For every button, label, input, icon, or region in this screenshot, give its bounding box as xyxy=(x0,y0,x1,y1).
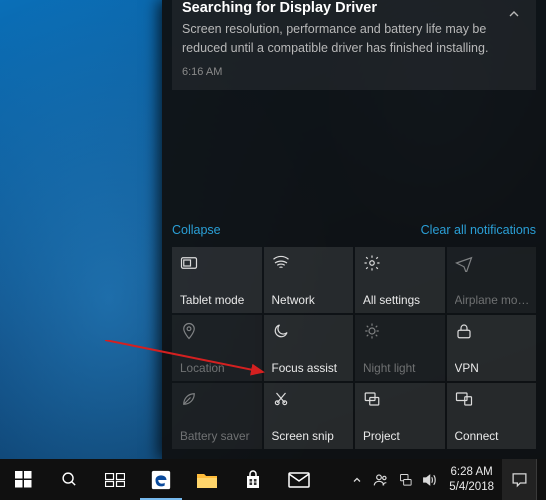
task-view-icon xyxy=(105,473,125,487)
mail-icon xyxy=(288,472,310,488)
taskbar: 6:28 AM 5/4/2018 xyxy=(0,459,546,500)
clear-all-link[interactable]: Clear all notifications xyxy=(421,223,536,237)
notification-icon xyxy=(511,471,528,488)
taskbar-right: 6:28 AM 5/4/2018 xyxy=(345,459,546,500)
search-icon xyxy=(61,471,78,488)
notification-body: Screen resolution, performance and batte… xyxy=(182,20,526,58)
quick-action-tablet[interactable]: Tablet mode xyxy=(172,247,262,313)
notification-time: 6:16 AM xyxy=(182,66,526,78)
volume-icon xyxy=(421,472,437,488)
gear-icon xyxy=(363,254,381,272)
people-icon xyxy=(373,472,389,488)
connect-icon xyxy=(455,390,473,408)
quick-action-gear[interactable]: All settings xyxy=(355,247,445,313)
clock-date: 5/4/2018 xyxy=(449,480,494,494)
location-icon xyxy=(180,322,198,340)
windows-logo-icon xyxy=(15,471,32,488)
folder-icon xyxy=(196,471,218,489)
tile-label: All settings xyxy=(363,293,439,307)
action-center-panel: Searching for Display Driver Screen reso… xyxy=(162,0,546,459)
snip-icon xyxy=(272,390,290,408)
task-view-button[interactable] xyxy=(92,459,138,500)
notification-card[interactable]: Searching for Display Driver Screen reso… xyxy=(172,0,536,90)
project-icon xyxy=(363,390,381,408)
airplane-icon xyxy=(455,254,473,272)
sun-icon xyxy=(363,322,381,340)
tray-overflow-button[interactable] xyxy=(345,459,369,500)
explorer-app-button[interactable] xyxy=(184,459,230,500)
collapse-link[interactable]: Collapse xyxy=(172,223,221,237)
quick-action-snip[interactable]: Screen snip xyxy=(264,383,354,449)
vpn-icon xyxy=(455,322,473,340)
edge-app-button[interactable] xyxy=(138,459,184,500)
tray-network-button[interactable] xyxy=(393,459,417,500)
notification-title: Searching for Display Driver xyxy=(182,0,526,16)
collapse-notification-button[interactable] xyxy=(506,6,528,28)
tile-label: VPN xyxy=(455,361,531,375)
show-desktop-button[interactable] xyxy=(536,459,542,500)
search-button[interactable] xyxy=(46,459,92,500)
store-app-button[interactable] xyxy=(230,459,276,500)
quick-action-vpn[interactable]: VPN xyxy=(447,315,537,381)
taskbar-clock[interactable]: 6:28 AM 5/4/2018 xyxy=(441,465,502,494)
tile-label: Screen snip xyxy=(272,429,348,443)
tile-label: Connect xyxy=(455,429,531,443)
chevron-up-icon xyxy=(351,474,363,486)
moon-icon xyxy=(272,322,290,340)
quick-action-airplane[interactable]: Airplane mode xyxy=(447,247,537,313)
quick-actions-grid: Tablet mode Network All settings Airplane m… xyxy=(172,247,536,449)
tile-label: Battery saver xyxy=(180,429,256,443)
action-center-button[interactable] xyxy=(502,459,536,500)
tray-volume-button[interactable] xyxy=(417,459,441,500)
store-icon xyxy=(243,470,263,490)
quick-action-location[interactable]: Location xyxy=(172,315,262,381)
tile-label: Airplane mode xyxy=(455,293,531,307)
network-icon xyxy=(272,254,290,272)
tile-label: Project xyxy=(363,429,439,443)
quick-action-connect[interactable]: Connect xyxy=(447,383,537,449)
tablet-icon xyxy=(180,254,198,272)
people-button[interactable] xyxy=(369,459,393,500)
edge-icon xyxy=(150,469,172,491)
mail-app-button[interactable] xyxy=(276,459,322,500)
quick-action-project[interactable]: Project xyxy=(355,383,445,449)
taskbar-left xyxy=(0,459,322,500)
quick-action-sun[interactable]: Night light xyxy=(355,315,445,381)
clock-time: 6:28 AM xyxy=(449,465,494,479)
tile-label: Network xyxy=(272,293,348,307)
quick-action-network[interactable]: Network xyxy=(264,247,354,313)
leaf-icon xyxy=(180,390,198,408)
tile-label: Tablet mode xyxy=(180,293,256,307)
tile-label: Night light xyxy=(363,361,439,375)
network-tray-icon xyxy=(398,472,413,487)
quick-action-leaf[interactable]: Battery saver xyxy=(172,383,262,449)
start-button[interactable] xyxy=(0,459,46,500)
action-center-links: Collapse Clear all notifications xyxy=(172,223,536,237)
tile-label: Location xyxy=(180,361,256,375)
quick-action-moon[interactable]: Focus assist xyxy=(264,315,354,381)
tile-label: Focus assist xyxy=(272,361,348,375)
